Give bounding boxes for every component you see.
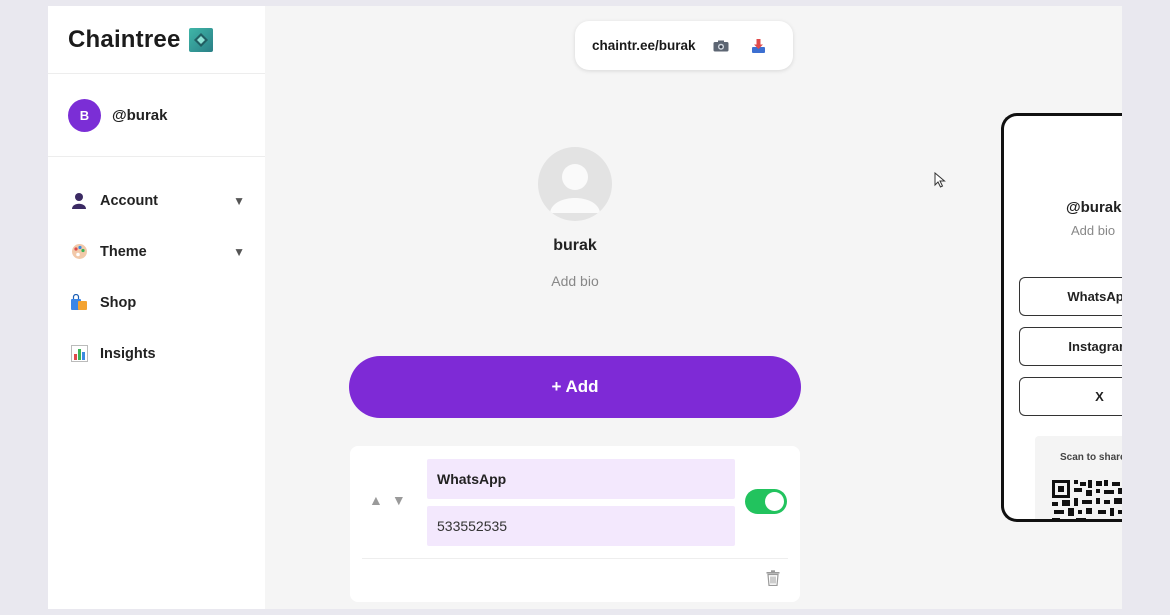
profile-name[interactable]: burak [475, 237, 675, 255]
link-enabled-toggle[interactable] [745, 489, 787, 514]
sidebar-item-label: Insights [100, 345, 156, 362]
chevron-down-icon: ▼ [233, 193, 245, 208]
sidebar-nav: Account ▼ Theme ▼ Shop Insights [48, 157, 265, 379]
link-value-field[interactable]: 533552535 [427, 506, 735, 546]
username: @burak [112, 106, 168, 124]
cube-logo-icon [188, 27, 213, 52]
person-icon [70, 192, 88, 210]
camera-icon[interactable] [712, 37, 730, 55]
chevron-down-icon: ▼ [233, 244, 245, 259]
add-link-button[interactable]: + Add [349, 356, 801, 418]
reorder-arrows: ▲ ▼ [369, 492, 406, 508]
sidebar: Chaintree B @burak Account ▼ Theme ▼ Sho… [48, 6, 265, 609]
preview-link-button[interactable]: WhatsApp [1019, 277, 1122, 316]
sidebar-item-label: Shop [100, 294, 137, 311]
share-url-bar: chaintr.ee/burak [575, 21, 793, 70]
shopping-bags-icon [70, 294, 88, 312]
sidebar-item-label: Theme [100, 243, 147, 260]
download-icon[interactable] [750, 37, 768, 55]
brand-header: Chaintree [48, 6, 265, 74]
sidebar-item-shop[interactable]: Shop [48, 277, 265, 328]
sidebar-item-theme[interactable]: Theme ▼ [48, 226, 265, 277]
phone-preview: @burak Add bio WhatsApp Instagram X Scan… [1001, 113, 1122, 522]
palette-icon [70, 243, 88, 261]
avatar: B [68, 98, 101, 132]
divider [362, 558, 788, 559]
trash-icon[interactable] [766, 570, 782, 588]
sidebar-profile[interactable]: B @burak [48, 74, 265, 157]
qr-label: Scan to share [1060, 452, 1122, 463]
preview-handle: @burak [1066, 199, 1122, 216]
bio-placeholder[interactable]: Add bio [475, 273, 675, 289]
preview-link-button[interactable]: X [1019, 377, 1122, 416]
bar-chart-icon [70, 345, 88, 363]
profile-avatar[interactable] [538, 147, 612, 221]
profile-url[interactable]: chaintr.ee/burak [592, 38, 696, 53]
preview-link-button[interactable]: Instagram [1019, 327, 1122, 366]
sidebar-item-label: Account [100, 192, 158, 209]
move-down-icon[interactable]: ▼ [392, 492, 406, 508]
toggle-knob [765, 492, 784, 511]
link-card: ▲ ▼ WhatsApp 533552535 [350, 446, 800, 602]
move-up-icon[interactable]: ▲ [369, 492, 383, 508]
preview-bio: Add bio [1071, 223, 1116, 238]
link-title-field[interactable]: WhatsApp [427, 459, 735, 499]
sidebar-item-insights[interactable]: Insights [48, 328, 265, 379]
app-frame: Chaintree B @burak Account ▼ Theme ▼ Sho… [48, 6, 1122, 609]
qr-code-icon[interactable] [1052, 478, 1122, 519]
sidebar-item-account[interactable]: Account ▼ [48, 175, 265, 226]
mouse-cursor-icon [934, 171, 946, 188]
qr-share-box: Scan to share [1035, 436, 1122, 519]
brand-name: Chaintree [68, 25, 181, 53]
